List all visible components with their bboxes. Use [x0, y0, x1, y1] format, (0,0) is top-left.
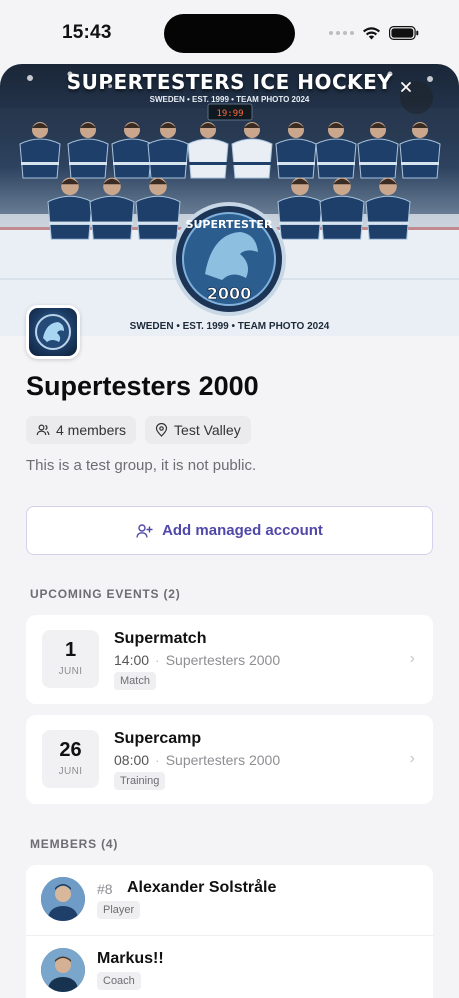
event-month: JUNI	[58, 666, 83, 677]
event-card[interactable]: 1 JUNI Supermatch 14:00 · Supertesters 2…	[26, 615, 433, 704]
group-description: This is a test group, it is not public.	[26, 457, 257, 474]
wifi-icon	[363, 27, 380, 40]
member-row[interactable]: #8 Alexander Solstråle Player	[26, 865, 433, 935]
group-logo	[29, 308, 77, 356]
event-group: Supertesters 2000	[165, 652, 281, 668]
separator-dot: ·	[155, 652, 160, 668]
role-badge: Coach	[97, 972, 141, 990]
avatar	[41, 877, 85, 921]
role-badge: Player	[97, 901, 141, 919]
add-managed-account-label: Add managed account	[162, 522, 323, 539]
event-meta: 08:00 · Supertesters 2000	[114, 752, 280, 768]
event-card[interactable]: 26 JUNI Supercamp 08:00 · Supertesters 2…	[26, 715, 433, 804]
add-managed-account-button[interactable]: Add managed account	[26, 506, 433, 555]
member-name: Markus!!	[97, 950, 164, 967]
status-time: 15:43	[62, 22, 112, 43]
dynamic-island	[164, 14, 295, 53]
player-figure	[89, 177, 135, 240]
group-meta: 4 members Test Valley	[26, 416, 251, 444]
location-chip: Test Valley	[145, 416, 251, 444]
event-date: 1 JUNI	[42, 630, 99, 688]
player-figure	[47, 177, 93, 240]
close-icon	[401, 82, 411, 92]
event-time: 08:00	[114, 752, 150, 768]
player-figure	[277, 177, 323, 240]
member-name: Alexander Solstråle	[127, 879, 277, 896]
cellular-icon	[329, 31, 354, 35]
event-day: 1	[64, 639, 77, 661]
event-title: Supercamp	[114, 730, 202, 747]
event-day: 26	[59, 739, 82, 761]
members-count: 4 members	[56, 422, 127, 438]
event-group: Supertesters 2000	[165, 752, 281, 768]
events-section-label: UPCOMING EVENTS (2)	[30, 587, 181, 601]
player-figure	[365, 177, 411, 240]
status-icons	[329, 26, 419, 40]
add-user-icon	[136, 523, 153, 538]
team-photo: SUPERTESTER 2000 19:99	[0, 71, 459, 336]
team-photo-banner: SUPERTESTER 2000 19:99 SUPERTESTERS ICE …	[0, 64, 459, 336]
status-bar: 15:43	[0, 0, 459, 64]
svg-text:SUPERTESTER: SUPERTESTER	[186, 218, 273, 231]
members-section-label: MEMBERS (4)	[30, 837, 119, 851]
event-date: 26 JUNI	[42, 730, 99, 788]
svg-text:19:99: 19:99	[216, 109, 243, 119]
members-list: #8 Alexander Solstråle Player Markus!! C…	[26, 865, 433, 998]
group-avatar	[26, 305, 80, 359]
member-row[interactable]: Markus!! Coach	[26, 935, 433, 998]
player-figure	[135, 177, 181, 240]
battery-icon	[389, 26, 419, 40]
event-meta: 14:00 · Supertesters 2000	[114, 652, 280, 668]
chevron-right-icon: ›	[409, 650, 415, 667]
event-month: JUNI	[58, 766, 83, 777]
group-title: Supertesters 2000	[26, 371, 259, 401]
jersey-number: #8	[97, 881, 113, 897]
chevron-right-icon: ›	[409, 750, 415, 767]
svg-text:2000: 2000	[207, 284, 252, 303]
player-figure	[319, 177, 365, 240]
event-type-badge: Match	[114, 672, 156, 690]
location-name: Test Valley	[174, 422, 241, 438]
users-icon	[36, 424, 50, 436]
event-type-badge: Training	[114, 772, 166, 790]
banner-subtitle: SWEDEN • EST. 1999 • TEAM PHOTO 2024	[149, 95, 310, 104]
location-pin-icon	[155, 423, 168, 437]
event-time: 14:00	[114, 652, 150, 668]
close-button[interactable]	[400, 81, 433, 114]
avatar	[41, 948, 85, 992]
team-logo: SUPERTESTER 2000	[172, 202, 286, 316]
banner-title: SUPERTESTERS ICE HOCKEY	[66, 70, 393, 94]
members-chip: 4 members	[26, 416, 137, 444]
event-title: Supermatch	[114, 630, 207, 647]
separator-dot: ·	[155, 752, 160, 768]
